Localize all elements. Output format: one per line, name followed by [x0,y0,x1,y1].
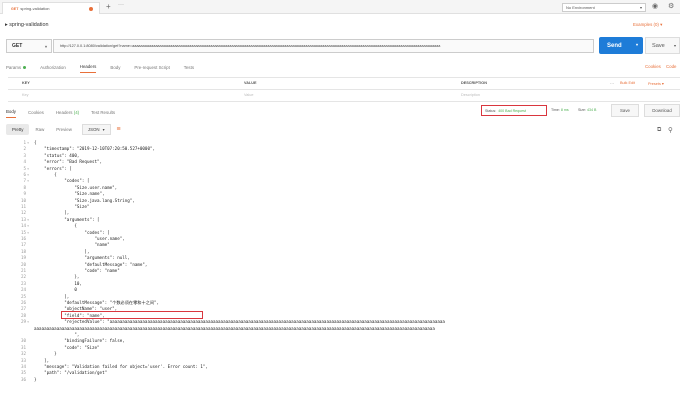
column-value: VALUE [244,81,257,85]
code-line: 36} [0,377,680,383]
line-number: 36 [20,376,26,382]
tab-label: Test Results [91,109,116,115]
view-mode-bar: Pretty Raw Preview JSON ▾ ≡ [6,124,121,135]
time-value: 8 ms [560,108,569,112]
eye-icon[interactable]: ◉ [652,2,658,10]
cookies-link[interactable]: Cookies [645,64,661,69]
new-tab-plus-icon[interactable]: + [106,3,111,11]
code-link[interactable]: Code [666,64,677,69]
description-input[interactable]: Description [461,93,480,97]
tab-method: GET [11,6,19,11]
headers-table-header: KEY VALUE DESCRIPTION ··· Bulk Edit Pres… [8,78,680,90]
response-tab-body[interactable]: Body [6,109,17,118]
method-select[interactable]: GET ▾ [6,39,52,53]
format-value: JSON [87,127,100,132]
chevron-down-icon: ▾ [44,44,47,49]
status-dot-icon [23,65,27,69]
format-select[interactable]: JSON ▾ [81,124,111,135]
method-value: GET [12,43,23,49]
tab-authorization[interactable]: Authorization [40,65,66,73]
tab-count: (4) [73,109,80,115]
presets-dropdown[interactable]: Presets ▾ [648,81,664,86]
download-button[interactable]: Download [644,104,680,117]
tab-label: Authorization [40,64,66,70]
tab-headers[interactable]: Headers [79,64,97,73]
tab-name: spring-validation [20,6,50,11]
environment-value: No Environment [566,5,595,10]
highlight-annotation [61,311,203,319]
column-description: DESCRIPTION [461,81,487,85]
status-value: 400 Bad Request [498,108,526,113]
url-input[interactable]: http://127.0.0.1:8080/validation/get?nam… [53,39,594,53]
time-label: Time: [551,108,560,112]
headers-table: KEY VALUE DESCRIPTION ··· Bulk Edit Pres… [8,77,680,102]
view-preview-button[interactable]: Preview [50,124,78,135]
bulk-edit-link[interactable]: Bulk Edit [620,81,635,85]
tab-label: Body [6,109,17,114]
tab-label: Body [110,64,121,70]
unsaved-dot-icon [89,7,93,11]
tab-params[interactable]: Params [6,64,27,73]
chevron-down-icon[interactable]: ▾ [674,43,676,48]
chevron-down-icon: ▾ [639,5,642,10]
tab-label: Params [6,64,22,70]
examples-dropdown[interactable]: Examples (0) ▾ [633,22,662,28]
request-title[interactable]: ▸ spring-validation [5,22,48,28]
size-label: Size: [578,108,586,112]
view-pretty-button[interactable]: Pretty [6,124,30,135]
more-icon[interactable]: ··· [610,81,614,86]
response-tabs: Body Cookies Headers (4) Test Results [6,109,127,118]
environment-select[interactable]: No Environment ▾ [562,3,646,12]
url-value: http://127.0.0.1:8080/validation/get?nam… [60,44,441,48]
send-button[interactable]: Send ▾ [599,37,643,54]
request-tab[interactable]: GET spring-validation [2,2,100,14]
tab-label: Pre-request Script [134,64,170,70]
tab-more-icon[interactable]: ··· [118,2,124,8]
copy-icon[interactable]: ⧉ [657,127,661,134]
tab-pre-request-script[interactable]: Pre-request Script [134,65,169,73]
response-tab-test-results[interactable]: Test Results [91,110,115,118]
response-time: Time: 8 ms [551,108,569,112]
request-tabs: Params Authorization Headers Body Pre-reques… [6,63,208,74]
tab-label: Headers [55,109,73,115]
gear-icon[interactable]: ⚙ [668,2,674,10]
tab-tests[interactable]: Tests [184,65,194,73]
table-row: Key Value Description [8,90,680,102]
save-button[interactable]: Save ▾ [645,37,680,54]
status-label: Status: [485,108,497,113]
value-input[interactable]: Value [244,93,253,97]
tab-body[interactable]: Body [110,65,120,73]
chevron-down-icon: ▾ [102,128,105,132]
chevron-down-icon[interactable]: ▾ [636,42,638,47]
code-text: } [34,376,37,382]
tab-label: Cookies [28,109,44,115]
response-tab-headers[interactable]: Headers (4) [56,110,79,118]
column-key: KEY [22,81,30,85]
send-label: Send [607,42,622,49]
response-tab-cookies[interactable]: Cookies [28,110,44,118]
tab-label: Tests [183,64,195,70]
response-size: Size: 434 B [578,108,596,112]
search-icon[interactable]: ⚲ [668,126,673,134]
tab-label: Headers [79,64,97,69]
size-value: 434 B [587,108,597,112]
save-response-button[interactable]: Save [611,104,639,117]
key-input[interactable]: Key [22,93,29,97]
save-label: Save [652,42,665,49]
status-badge: Status: 400 Bad Request [481,105,547,116]
response-body: 1 ▾{2 "timestamp": "2019-12-10T07:20:50.5… [0,140,680,406]
view-raw-button[interactable]: Raw [29,124,50,135]
wrap-lines-icon[interactable]: ≡ [117,126,121,133]
